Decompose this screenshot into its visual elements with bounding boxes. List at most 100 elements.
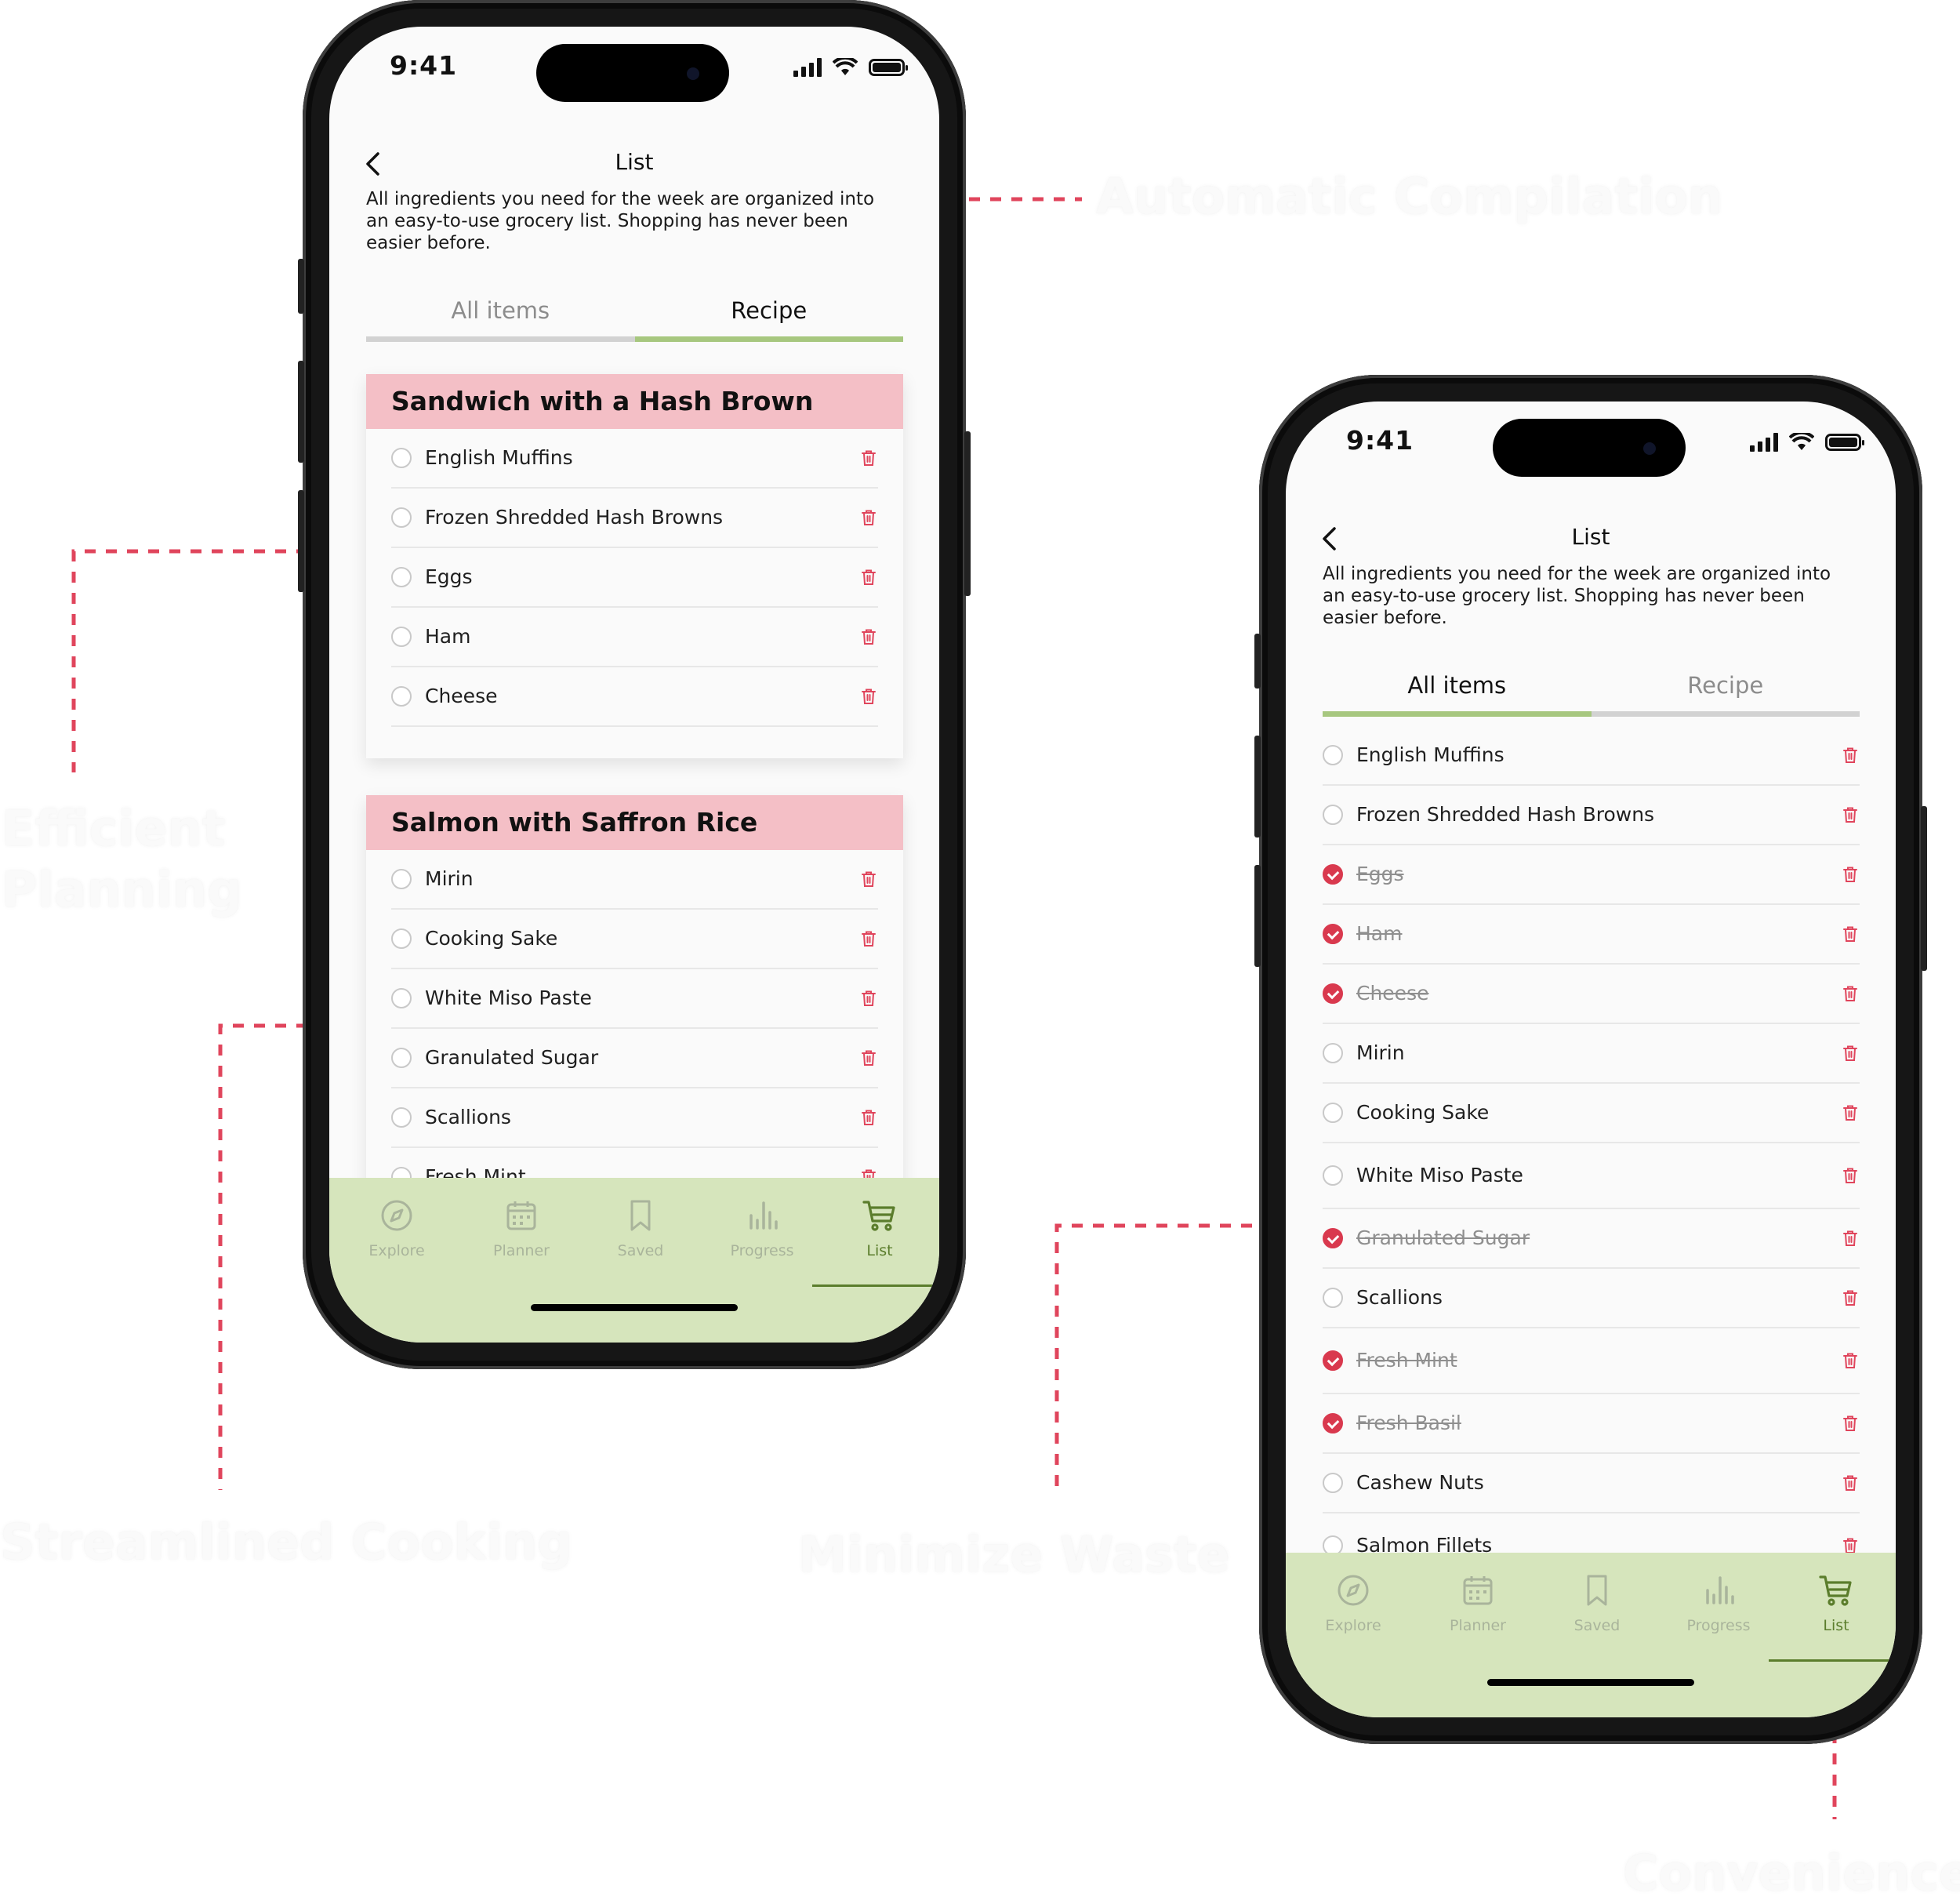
tab-indicator-all-items <box>1323 711 1592 717</box>
checkbox[interactable] <box>1323 1473 1343 1493</box>
checkbox[interactable] <box>1323 1165 1343 1186</box>
bottom-tab-list[interactable]: List <box>812 1198 939 1287</box>
checkbox[interactable] <box>391 627 412 647</box>
item-label: Cheese <box>1356 982 1429 1005</box>
item-label: Mirin <box>425 867 474 890</box>
bottom-tab-explore[interactable]: Explore <box>342 1198 452 1259</box>
checkbox[interactable] <box>391 448 412 468</box>
trash-icon[interactable] <box>1842 1230 1858 1247</box>
item-label: Cooking Sake <box>1356 1101 1490 1124</box>
checkbox[interactable] <box>1323 1043 1343 1063</box>
checkbox-checked[interactable] <box>1323 1350 1343 1371</box>
checkbox-checked[interactable] <box>1323 924 1343 944</box>
checkbox[interactable] <box>1323 1288 1343 1308</box>
trash-icon[interactable] <box>1842 866 1858 883</box>
trash-icon[interactable] <box>861 930 877 947</box>
list-item: Scallions <box>391 1088 878 1148</box>
item-label: Eggs <box>1356 863 1404 885</box>
signal-icon <box>793 58 822 77</box>
trash-icon[interactable] <box>1842 747 1858 764</box>
trash-icon[interactable] <box>1842 985 1858 1002</box>
trash-icon[interactable] <box>1842 1474 1858 1492</box>
tab-all-items[interactable]: All items <box>366 290 635 331</box>
checkbox-checked[interactable] <box>1323 983 1343 1004</box>
bottom-tab-saved[interactable]: Saved <box>1542 1573 1652 1634</box>
trash-icon[interactable] <box>1842 806 1858 823</box>
item-label: Eggs <box>425 565 473 588</box>
status-bar: 9:41 <box>1286 402 1896 503</box>
checkbox-checked[interactable] <box>1323 1228 1343 1248</box>
trash-icon[interactable] <box>1842 1415 1858 1432</box>
bottom-tab-explore[interactable]: Explore <box>1298 1573 1408 1634</box>
trash-icon[interactable] <box>861 1109 877 1126</box>
trash-icon[interactable] <box>1842 1289 1858 1306</box>
trash-icon[interactable] <box>861 569 877 586</box>
bottom-tab-label: Planner <box>493 1242 550 1259</box>
checkbox[interactable] <box>1323 1103 1343 1123</box>
trash-icon[interactable] <box>1842 1104 1858 1121</box>
checkbox[interactable] <box>391 507 412 528</box>
list-item: Cheese <box>391 667 878 727</box>
checkbox[interactable] <box>391 1048 412 1068</box>
calendar-icon <box>466 1198 576 1233</box>
checkbox-checked[interactable] <box>1323 864 1343 885</box>
checkbox[interactable] <box>1323 745 1343 765</box>
bottom-tab-planner[interactable]: Planner <box>466 1198 576 1259</box>
checkbox[interactable] <box>391 988 412 1008</box>
bottom-tab-planner[interactable]: Planner <box>1423 1573 1533 1634</box>
checkbox[interactable] <box>391 567 412 587</box>
list-item: Scallions <box>1323 1269 1860 1328</box>
trash-icon[interactable] <box>861 509 877 526</box>
checkbox[interactable] <box>1323 805 1343 825</box>
bottom-tab-bar: Explore Planner Saved Progress List <box>329 1178 939 1343</box>
tab-recipe[interactable]: Recipe <box>635 290 904 331</box>
recipe-items: Mirin Cooking Sake White Miso Paste Granula… <box>366 850 903 1208</box>
bar-chart-icon <box>707 1198 817 1233</box>
home-indicator <box>531 1304 738 1311</box>
list-item: White Miso Paste <box>1323 1143 1860 1209</box>
bookmark-icon <box>586 1198 695 1233</box>
tab-all-items[interactable]: All items <box>1323 665 1592 706</box>
list-item: Cashew Nuts <box>1323 1454 1860 1513</box>
trash-icon[interactable] <box>861 870 877 888</box>
list-item: Ham <box>1323 905 1860 965</box>
bottom-tab-label: List <box>866 1242 893 1259</box>
bottom-tab-saved[interactable]: Saved <box>586 1198 695 1259</box>
checkbox[interactable] <box>391 928 412 949</box>
bottom-tab-bar: Explore Planner Saved Progress List <box>1286 1553 1896 1717</box>
list-item: Granulated Sugar <box>1323 1209 1860 1269</box>
bottom-tab-progress[interactable]: Progress <box>707 1198 817 1259</box>
checkbox[interactable] <box>391 1107 412 1128</box>
trash-icon[interactable] <box>861 990 877 1007</box>
trash-icon[interactable] <box>1842 925 1858 943</box>
item-label: Cooking Sake <box>425 927 558 950</box>
status-bar: 9:41 <box>329 27 939 129</box>
checkbox[interactable] <box>391 686 412 707</box>
trash-icon[interactable] <box>861 688 877 705</box>
bottom-tab-label: Progress <box>730 1242 794 1259</box>
tab-indicator-recipe <box>634 336 903 342</box>
tab-recipe[interactable]: Recipe <box>1592 665 1860 706</box>
item-label: Cheese <box>425 685 498 707</box>
trash-icon[interactable] <box>861 449 877 467</box>
list-item: Granulated Sugar <box>391 1029 878 1088</box>
checkbox-checked[interactable] <box>1323 1413 1343 1433</box>
list-item: English Muffins <box>1323 726 1860 786</box>
item-label: Frozen Shredded Hash Browns <box>425 506 724 529</box>
trash-icon[interactable] <box>1842 1352 1858 1369</box>
calendar-icon <box>1423 1573 1533 1608</box>
trash-icon[interactable] <box>861 1049 877 1066</box>
shopping-cart-icon <box>825 1198 935 1233</box>
checkbox[interactable] <box>391 869 412 889</box>
trash-icon[interactable] <box>1842 1537 1858 1554</box>
battery-icon <box>869 59 908 76</box>
bottom-tab-progress[interactable]: Progress <box>1664 1573 1773 1634</box>
trash-icon[interactable] <box>861 628 877 645</box>
active-tab-underline <box>812 1284 939 1287</box>
phone-recipe-view: 9:41 List All ingredients you need for t… <box>298 0 971 1369</box>
list-item: Eggs <box>391 548 878 608</box>
trash-icon[interactable] <box>1842 1167 1858 1184</box>
recipe-title: Sandwich with a Hash Brown <box>366 374 903 429</box>
trash-icon[interactable] <box>1842 1045 1858 1062</box>
bottom-tab-list[interactable]: List <box>1769 1573 1896 1662</box>
